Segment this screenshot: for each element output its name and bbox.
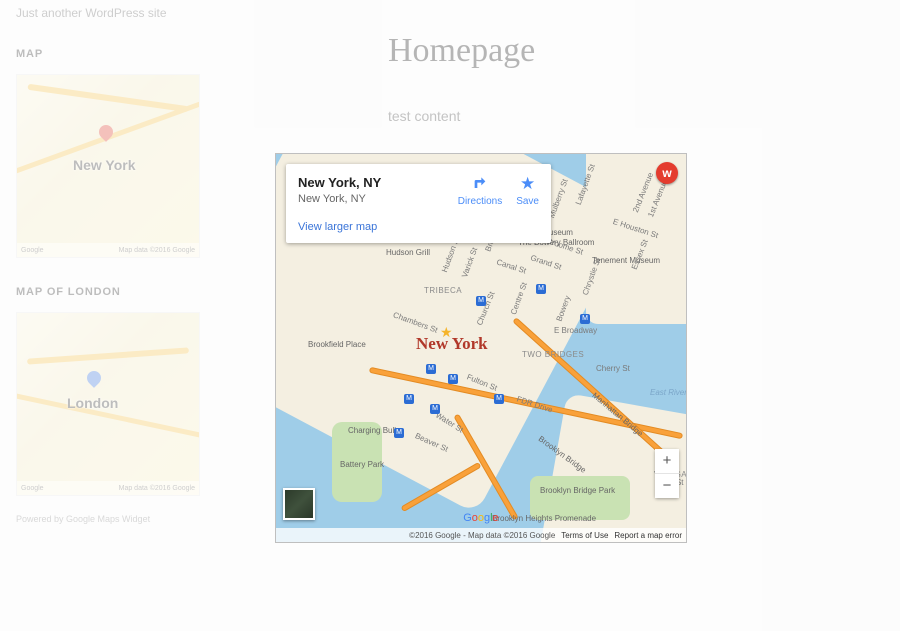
directions-icon [471,175,489,193]
subway-icon: M [394,428,404,438]
subway-icon: M [494,394,504,404]
poi-label: Battery Park [340,460,384,469]
infocard-title: New York, NY [298,175,381,190]
zoom-in-button[interactable]: + [655,449,679,473]
neighborhood-label: TWO BRIDGES [522,350,584,359]
poi-label: Charging Bull [348,426,396,435]
zoom-controls: + − [655,449,679,498]
poi-label: Tenement Museum [592,256,660,265]
poi-label: Brooklyn Bridge Park [540,486,615,495]
view-larger-map-link[interactable]: View larger map [298,221,539,233]
map-lightbox: ★ New York TRIBECA TWO BRIDGES VINEGAR B… [275,153,687,543]
google-logo: Google [463,512,499,524]
subway-icon: M [448,374,458,384]
map-info-card: New York, NY New York, NY Directions ★ S… [286,164,551,243]
report-error-link[interactable]: Report a map error [614,531,682,540]
star-icon: ★ [519,175,537,193]
zoom-out-button[interactable]: − [655,474,679,498]
terms-link[interactable]: Terms of Use [561,531,608,540]
save-label: Save [516,196,539,207]
subway-icon: M [426,364,436,374]
street-label: Cherry St [596,364,630,373]
subway-icon: M [476,296,486,306]
neighborhood-label: TRIBECA [424,286,462,295]
poi-label: Hudson Grill [386,248,430,257]
subway-icon: M [536,284,546,294]
widget-badge-icon: w [656,162,678,184]
subway-icon: M [580,314,590,324]
map-type-toggle[interactable] [283,488,315,520]
map-copyright: ©2016 Google - Map data ©2016 Google [409,531,555,540]
infocard-subtitle: New York, NY [298,193,381,205]
poi-label: Brooklyn Heights Promenade [492,514,596,523]
subway-icon: M [430,404,440,414]
map-footer: ©2016 Google - Map data ©2016 Google Ter… [276,528,686,542]
map-center-label: New York [416,334,488,354]
directions-button[interactable]: Directions [458,175,502,207]
poi-label: Brookfield Place [308,340,366,349]
street-label: East River [650,388,686,397]
subway-icon: M [404,394,414,404]
street-label: E Broadway [554,326,597,335]
save-button[interactable]: ★ Save [516,175,539,207]
directions-label: Directions [458,196,502,207]
